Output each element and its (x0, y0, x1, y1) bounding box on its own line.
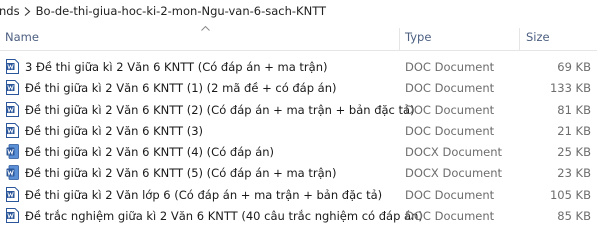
file-name: Đề thi giữa kì 2 Văn 6 KNTT (1) (2 mã đề… (25, 81, 337, 96)
file-row[interactable]: Đề thi giữa kì 2 Văn 6 KNTT (2) (Có đáp … (0, 100, 597, 121)
file-name: Đề thi giữa kì 2 Văn 6 KNTT (4) (Có đáp … (25, 145, 275, 160)
file-name: Đề trắc nghiệm giữa kì 2 Văn 6 KNTT (40 … (25, 209, 423, 224)
file-name: Đề thi giữa kì 2 Văn 6 KNTT (3) (25, 123, 204, 138)
file-type: DOC Document (405, 102, 495, 117)
breadcrumb-current[interactable]: Bo-de-thi-giua-hoc-ki-2-mon-Ngu-van-6-sa… (36, 4, 326, 18)
file-row[interactable]: Đề trắc nghiệm giữa kì 2 Văn 6 KNTT (40 … (0, 206, 597, 227)
file-list: 3 Đề thi giữa kì 2 Văn 6 KNTT (Có đáp án… (0, 57, 597, 227)
file-row[interactable]: Đề thi giữa kì 2 Văn 6 KNTT (3) DOC Docu… (0, 121, 597, 142)
file-size: 85 KB (557, 209, 591, 224)
word-doc-icon (6, 101, 19, 117)
file-size: 21 KB (557, 123, 591, 138)
file-row[interactable]: 3 Đề thi giữa kì 2 Văn 6 KNTT (Có đáp án… (0, 57, 597, 78)
address-breadcrumb: nds Bo-de-thi-giua-hoc-ki-2-mon-Ngu-van-… (0, 0, 597, 22)
word-docx-icon (6, 165, 19, 181)
file-row[interactable]: Đề thi giữa kì 2 Văn lớp 6 (Có đáp án + … (0, 185, 597, 206)
column-header-name[interactable]: Name (5, 30, 39, 44)
column-header-row: Name Type Size (0, 26, 597, 51)
column-header-type[interactable]: Type (405, 30, 431, 44)
file-type: DOC Document (405, 60, 495, 74)
file-type: DOC Document (405, 187, 495, 202)
file-name: Đề thi giữa kì 2 Văn 6 KNTT (2) (Có đáp … (25, 102, 415, 117)
file-row[interactable]: Đề thi giữa kì 2 Văn 6 KNTT (1) (2 mã đề… (0, 78, 597, 99)
sort-ascending-icon (201, 26, 210, 31)
chevron-right-icon[interactable] (20, 6, 36, 16)
column-divider[interactable] (399, 28, 400, 50)
word-doc-icon (6, 186, 19, 202)
word-doc-icon (6, 80, 19, 96)
file-type: DOC Document (405, 209, 495, 224)
word-doc-icon (6, 208, 19, 224)
file-size: 81 KB (557, 102, 591, 117)
file-row[interactable]: Đề thi giữa kì 2 Văn 6 KNTT (4) (Có đáp … (0, 142, 597, 163)
word-doc-icon (6, 59, 19, 74)
column-header-size[interactable]: Size (526, 30, 550, 44)
file-size: 25 KB (557, 145, 591, 160)
file-type: DOC Document (405, 81, 495, 96)
file-name: 3 Đề thi giữa kì 2 Văn 6 KNTT (Có đáp án… (25, 60, 328, 74)
file-size: 69 KB (557, 60, 591, 74)
file-type: DOC Document (405, 123, 495, 138)
column-divider[interactable] (519, 28, 520, 50)
word-doc-icon (6, 122, 19, 138)
file-type: DOCX Document (405, 166, 503, 181)
file-size: 23 KB (557, 166, 591, 181)
breadcrumb-previous[interactable]: nds (0, 4, 20, 18)
file-row[interactable]: Đề thi giữa kì 2 Văn 6 KNTT (5) (Có đáp … (0, 163, 597, 184)
file-size: 133 KB (549, 81, 591, 96)
file-size: 105 KB (549, 187, 591, 202)
file-name: Đề thi giữa kì 2 Văn lớp 6 (Có đáp án + … (25, 187, 383, 202)
file-type: DOCX Document (405, 145, 503, 160)
word-docx-icon (6, 144, 19, 160)
file-name: Đề thi giữa kì 2 Văn 6 KNTT (5) (Có đáp … (25, 166, 337, 181)
